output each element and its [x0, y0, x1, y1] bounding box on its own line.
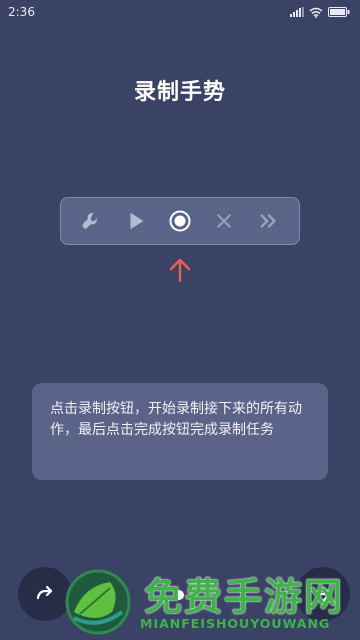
- fast-forward-icon: [260, 214, 276, 228]
- watermark-subtitle: MIANFEISHOUYOUWANG: [140, 616, 331, 631]
- status-time: 2:36: [8, 5, 35, 19]
- record-button[interactable]: [162, 203, 198, 239]
- settings-button[interactable]: [73, 203, 109, 239]
- watermark-title: 免费手游网: [144, 575, 345, 619]
- close-icon: [217, 214, 232, 228]
- fast-forward-button[interactable]: [251, 203, 287, 239]
- status-bar: 2:36: [0, 0, 360, 24]
- tip-text: 点击录制按钮，开始录制接下来的所有动作，最后点击完成按钮完成录制任务: [50, 401, 302, 438]
- watermark-logo-icon: [65, 569, 131, 635]
- page-title: 录制手势: [133, 80, 226, 105]
- wifi-icon: [309, 7, 323, 18]
- status-icons: [290, 7, 350, 18]
- battery-icon: [328, 7, 350, 17]
- play-icon: [130, 212, 143, 230]
- play-button[interactable]: [118, 203, 154, 239]
- record-icon: [169, 210, 191, 232]
- arrow-up-icon: [169, 258, 191, 283]
- signal-icon: [290, 7, 304, 17]
- tip-card: 点击录制按钮，开始录制接下来的所有动作，最后点击完成按钮完成录制任务: [32, 383, 328, 480]
- watermark: 免费手游网 MIANFEISHOUYOUWANG: [64, 562, 360, 640]
- gesture-toolbar: [60, 197, 300, 245]
- cancel-button[interactable]: [206, 203, 242, 239]
- redo-icon: [36, 585, 53, 600]
- wrench-icon: [82, 212, 98, 230]
